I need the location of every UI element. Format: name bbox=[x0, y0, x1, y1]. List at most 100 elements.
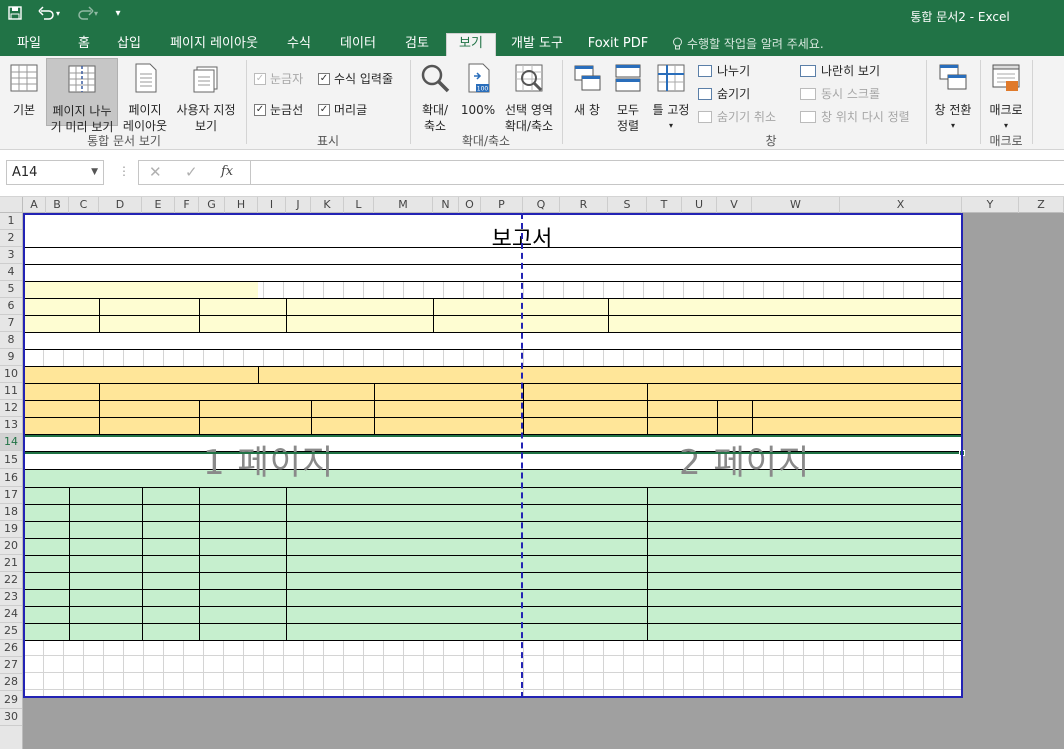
tab-page-layout[interactable]: 페이지 레이아웃 bbox=[160, 35, 268, 56]
worksheet-grid[interactable]: 보고서 1 페이지 2 페이지 bbox=[23, 213, 1064, 749]
row-header[interactable]: 10 bbox=[0, 366, 22, 383]
row-header[interactable]: 2 bbox=[0, 230, 22, 247]
freeze-panes-button[interactable]: 틀 고정 ▾ bbox=[650, 62, 692, 134]
page-break-preview-button[interactable]: 페이지 나누 기 미리 보기 bbox=[46, 58, 118, 134]
column-header[interactable]: Z bbox=[1019, 197, 1064, 213]
row-header[interactable]: 12 bbox=[0, 400, 22, 417]
page-layout-view-button[interactable]: 페이지 레이아웃 bbox=[120, 62, 170, 134]
customize-qat-icon[interactable]: ▾ bbox=[110, 2, 126, 24]
column-header[interactable]: I bbox=[258, 197, 286, 213]
row-header[interactable]: 19 bbox=[0, 521, 22, 538]
row-header[interactable]: 8 bbox=[0, 332, 22, 349]
fill-handle[interactable] bbox=[959, 450, 965, 456]
row-header[interactable]: 5 bbox=[0, 281, 22, 298]
column-header[interactable]: O bbox=[459, 197, 481, 213]
tab-data[interactable]: 데이터 bbox=[330, 35, 386, 56]
row-header[interactable]: 14 bbox=[0, 434, 22, 451]
column-header[interactable]: U bbox=[682, 197, 717, 213]
column-header[interactable]: T bbox=[647, 197, 682, 213]
ruler-checkbox[interactable]: ✓ 눈금자 bbox=[254, 70, 303, 87]
formula-bar-checkbox[interactable]: ✓ 수식 입력줄 bbox=[318, 70, 393, 87]
column-header[interactable]: L bbox=[344, 197, 374, 213]
macros-button[interactable]: 매크로 ▾ bbox=[984, 62, 1028, 134]
row-header[interactable]: 18 bbox=[0, 504, 22, 521]
row-header[interactable]: 25 bbox=[0, 623, 22, 640]
redo-icon[interactable]: ▾ bbox=[72, 2, 102, 24]
column-header[interactable]: V bbox=[717, 197, 752, 213]
row-header[interactable]: 9 bbox=[0, 349, 22, 366]
tab-insert[interactable]: 삽입 bbox=[106, 35, 152, 56]
column-header[interactable]: E bbox=[142, 197, 175, 213]
row-header[interactable]: 21 bbox=[0, 555, 22, 572]
column-header[interactable]: F bbox=[175, 197, 199, 213]
hide-button[interactable]: 숨기기 bbox=[698, 85, 750, 102]
row-header[interactable]: 4 bbox=[0, 264, 22, 281]
row-header[interactable]: 26 bbox=[0, 640, 22, 657]
row-header[interactable]: 16 bbox=[0, 469, 22, 487]
zoom-to-selection-button[interactable]: 선택 영역 확대/축소 bbox=[500, 62, 558, 134]
row-header[interactable]: 30 bbox=[0, 709, 22, 726]
row-header[interactable]: 11 bbox=[0, 383, 22, 400]
normal-view-button[interactable]: 기본 bbox=[4, 62, 44, 118]
column-header[interactable]: S bbox=[608, 197, 647, 213]
row-header[interactable]: 20 bbox=[0, 538, 22, 555]
tell-me-search[interactable]: 수행할 작업을 알려 주세요. bbox=[672, 35, 824, 52]
selected-row-14[interactable] bbox=[23, 435, 965, 456]
tab-home[interactable]: 홈 bbox=[64, 35, 104, 56]
zoom-100-button[interactable]: 100 100% bbox=[458, 62, 498, 118]
column-header[interactable]: N bbox=[433, 197, 459, 213]
row-header[interactable]: 24 bbox=[0, 606, 22, 623]
row-header[interactable]: 1 bbox=[0, 213, 22, 230]
row-header[interactable]: 15 bbox=[0, 451, 22, 469]
column-header[interactable]: J bbox=[286, 197, 311, 213]
custom-views-button[interactable]: 사용자 지정 보기 bbox=[172, 62, 240, 134]
column-header[interactable]: Q bbox=[523, 197, 560, 213]
reset-window-position-button[interactable]: 창 위치 다시 정렬 bbox=[800, 108, 910, 125]
gridlines-checkbox[interactable]: ✓ 눈금선 bbox=[254, 101, 303, 118]
switch-windows-button[interactable]: 창 전환 ▾ bbox=[930, 62, 976, 134]
row-header[interactable]: 6 bbox=[0, 298, 22, 315]
row-header[interactable]: 23 bbox=[0, 589, 22, 606]
column-header[interactable]: P bbox=[481, 197, 523, 213]
row-header[interactable]: 3 bbox=[0, 247, 22, 264]
column-header[interactable]: X bbox=[840, 197, 962, 213]
insert-function-icon[interactable]: fx bbox=[221, 164, 233, 179]
tab-view[interactable]: 보기 bbox=[446, 33, 496, 56]
row-header[interactable]: 29 bbox=[0, 691, 22, 709]
column-header[interactable]: R bbox=[560, 197, 608, 213]
column-header[interactable]: H bbox=[225, 197, 258, 213]
column-header[interactable]: A bbox=[23, 197, 46, 213]
column-header[interactable]: G bbox=[199, 197, 225, 213]
enter-icon[interactable]: ✓ bbox=[185, 163, 198, 181]
column-header[interactable]: C bbox=[69, 197, 99, 213]
column-header[interactable]: M bbox=[374, 197, 433, 213]
tab-foxit-pdf[interactable]: Foxit PDF bbox=[582, 35, 654, 56]
split-button[interactable]: 나누기 bbox=[698, 62, 750, 79]
name-box-dropdown-icon[interactable]: ▼ bbox=[91, 161, 98, 184]
row-header[interactable]: 17 bbox=[0, 487, 22, 504]
column-header[interactable]: W bbox=[752, 197, 840, 213]
column-header[interactable]: Y bbox=[962, 197, 1019, 213]
row-header[interactable]: 27 bbox=[0, 657, 22, 674]
row-header[interactable]: 13 bbox=[0, 417, 22, 434]
column-header[interactable]: D bbox=[99, 197, 142, 213]
cancel-icon[interactable]: ✕ bbox=[149, 163, 162, 181]
row-header[interactable]: 22 bbox=[0, 572, 22, 589]
tab-review[interactable]: 검토 bbox=[394, 35, 440, 56]
tab-file[interactable]: 파일 bbox=[4, 35, 54, 56]
name-box[interactable]: A14 ▼ bbox=[6, 160, 104, 185]
headings-checkbox[interactable]: ✓ 머리글 bbox=[318, 101, 367, 118]
column-header[interactable]: B bbox=[46, 197, 69, 213]
row-header[interactable]: 7 bbox=[0, 315, 22, 332]
arrange-all-button[interactable]: 모두 정렬 bbox=[610, 62, 646, 134]
synchronous-scrolling-button[interactable]: 동시 스크롤 bbox=[800, 85, 880, 102]
page-break-line[interactable] bbox=[521, 213, 523, 698]
tab-formulas[interactable]: 수식 bbox=[276, 35, 322, 56]
unhide-button[interactable]: 숨기기 취소 bbox=[698, 108, 776, 125]
formula-input[interactable] bbox=[250, 160, 1064, 185]
view-side-by-side-button[interactable]: 나란히 보기 bbox=[800, 62, 880, 79]
zoom-button[interactable]: 확대/ 축소 bbox=[414, 62, 456, 134]
save-icon[interactable] bbox=[4, 2, 26, 24]
column-header[interactable]: K bbox=[311, 197, 344, 213]
new-window-button[interactable]: 새 창 bbox=[566, 62, 608, 118]
